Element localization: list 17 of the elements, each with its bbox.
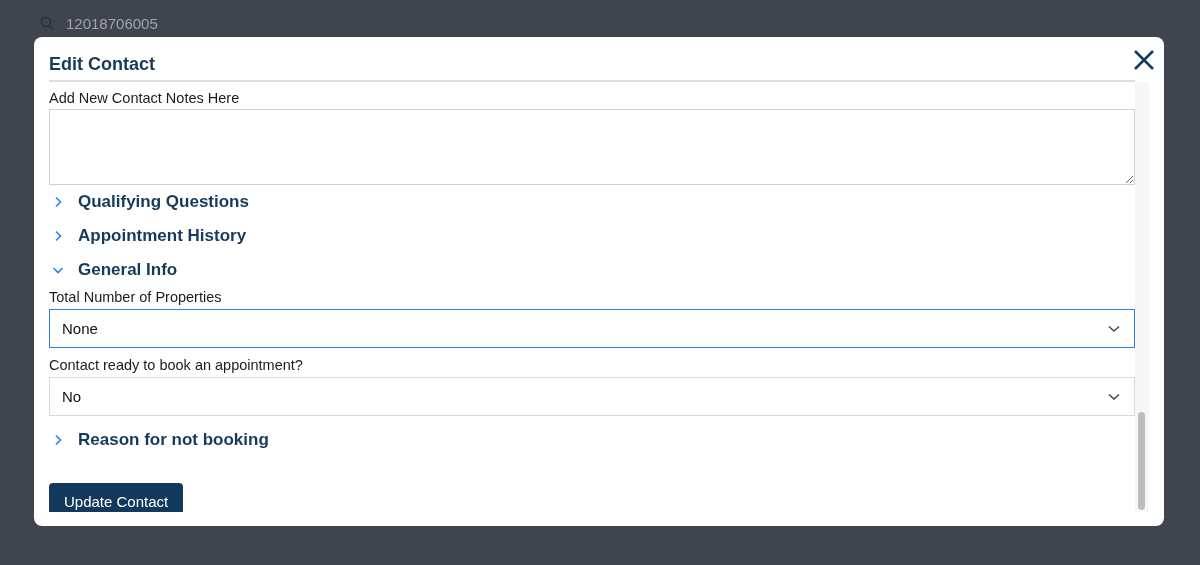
chevron-down-icon bbox=[1108, 392, 1120, 401]
scrollbar[interactable] bbox=[1135, 82, 1149, 512]
chevron-down-icon bbox=[1108, 324, 1120, 333]
section-header[interactable]: Qualifying Questions bbox=[49, 185, 1135, 219]
section-header[interactable]: General Info bbox=[49, 253, 1135, 287]
select-field[interactable]: None bbox=[49, 309, 1135, 348]
section-header[interactable]: Reason for not booking bbox=[49, 423, 1135, 457]
select-field[interactable]: No bbox=[49, 377, 1135, 416]
section-header[interactable]: Appointment History bbox=[49, 219, 1135, 253]
dialog-title: Edit Contact bbox=[49, 53, 155, 75]
field-label: Add New Contact Notes Here bbox=[49, 89, 241, 108]
field-label: Contact ready to book an appointment? bbox=[49, 356, 304, 375]
search-value: 12018706005 bbox=[66, 14, 158, 32]
close-button[interactable] bbox=[1133, 48, 1155, 71]
update-contact-button[interactable]: Update Contact bbox=[49, 483, 184, 512]
notes-field[interactable] bbox=[49, 109, 1135, 185]
field-label: Total Number of Properties bbox=[49, 288, 223, 307]
